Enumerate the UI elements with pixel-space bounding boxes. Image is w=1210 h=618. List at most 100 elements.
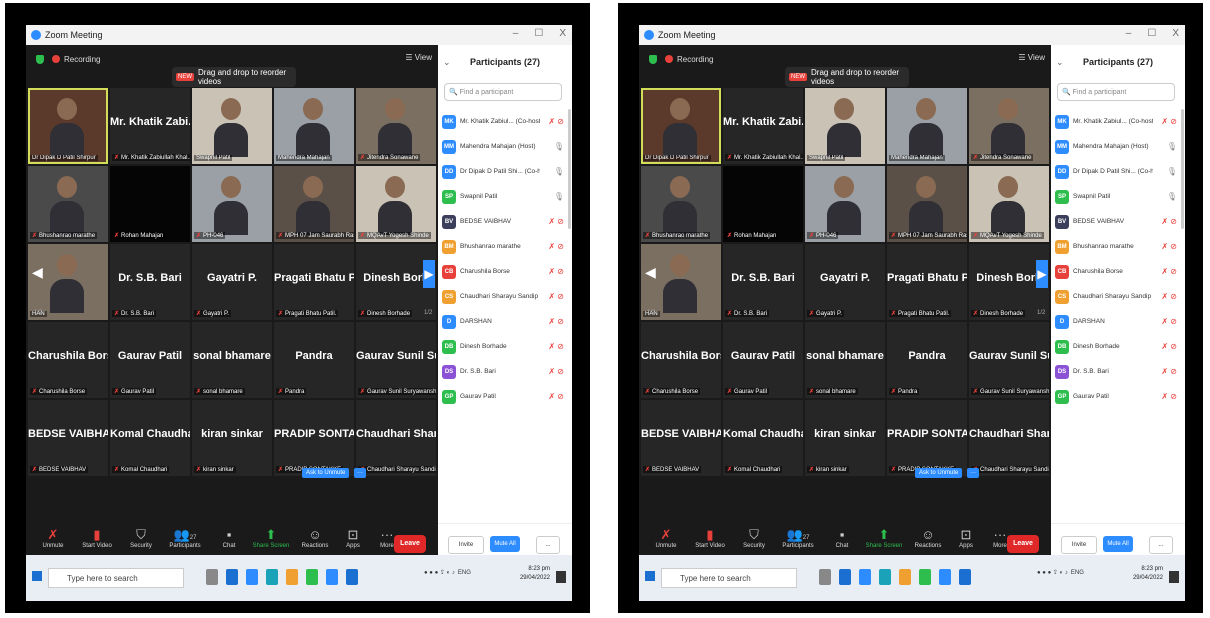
video-tile[interactable]: ✗ Bhushanrao marathe <box>28 166 108 242</box>
close-button[interactable]: X <box>1172 28 1179 39</box>
invite-button[interactable]: Invite <box>448 536 484 554</box>
files-icon[interactable] <box>899 569 911 585</box>
next-page-icon[interactable]: ▶ <box>1036 260 1048 288</box>
video-tile[interactable]: Gaurav Patil ✗ Gaurav Patil <box>110 322 190 398</box>
participant-row[interactable]: D DARSHAN ✗ ⊘ <box>1055 309 1181 334</box>
previous-page-icon[interactable]: ◀ <box>32 264 43 284</box>
mic-off-icon[interactable]: ✗ ⊘ <box>1161 217 1177 226</box>
participant-row[interactable]: DD Dr Dipak D Patil Shi... (Co-host) 🎙 <box>442 159 568 184</box>
video-tile[interactable]: Gaurav Sunil Su... ✗Gaurav Sunil Suryawan… <box>969 322 1049 398</box>
language-indicator[interactable]: ENG <box>458 570 471 576</box>
mic-off-icon[interactable]: ✗ ⊘ <box>548 267 564 276</box>
edge-icon[interactable] <box>879 569 891 585</box>
tile-more-icon[interactable]: ··· <box>967 468 979 478</box>
mic-off-icon[interactable]: ✗ ⊘ <box>548 392 564 401</box>
mic-off-icon[interactable]: ✗ ⊘ <box>548 367 564 376</box>
participant-row[interactable]: CB Charushila Borse ✗ ⊘ <box>1055 259 1181 284</box>
video-tile[interactable]: Komal Chaudhari✗Komal Chaudhari <box>723 400 803 476</box>
participant-row[interactable]: D DARSHAN ✗ ⊘ <box>442 309 568 334</box>
video-tile[interactable]: Chaudhari Shar... ✗Chaudhari Sharayu Sand… <box>356 400 436 476</box>
video-tile[interactable]: sonal bhamare ✗ sonal bhamare <box>805 322 885 398</box>
start-video-button[interactable]: ▮ Start Video <box>687 527 733 549</box>
mic-on-icon[interactable]: 🎙 <box>554 167 564 176</box>
participant-row[interactable]: SP Swapnil Patil 🎙 <box>1055 184 1181 209</box>
video-tile[interactable]: Charushila Borse✗Charushila Borse <box>641 322 721 398</box>
tray-icons[interactable]: ● ● ● ⇪ ◐ ♪ <box>1037 569 1068 576</box>
participant-row[interactable]: BM Bhushanrao marathe ✗ ⊘ <box>442 234 568 259</box>
participant-row[interactable]: BV BEDSE VAIBHAV ✗ ⊘ <box>1055 209 1181 234</box>
unmute-button[interactable]: ✗ Unmute <box>643 527 689 549</box>
language-indicator[interactable]: ENG <box>1071 570 1084 576</box>
maximize-button[interactable]: ☐ <box>534 28 543 39</box>
video-tile[interactable]: ✗ MPH 07 Jam Saurabh Ras... <box>887 166 967 242</box>
word-icon[interactable] <box>959 569 971 585</box>
minimize-button[interactable]: – <box>513 28 519 39</box>
mic-off-icon[interactable]: ✗ ⊘ <box>1161 317 1177 326</box>
mail-icon[interactable] <box>859 569 871 585</box>
minimize-button[interactable]: – <box>1126 28 1132 39</box>
participants-button[interactable]: 👥27 Participants <box>162 527 208 549</box>
video-tile[interactable]: Pragati Bhatu P... ✗Pragati Bhatu Patil. <box>887 244 967 320</box>
mic-off-icon[interactable]: ✗ ⊘ <box>1161 342 1177 351</box>
more-options-button[interactable]: ... <box>1149 536 1173 554</box>
video-tile[interactable]: ✗ Jitendra Sonawane <box>356 88 436 164</box>
mute-all-button[interactable]: Mute All <box>490 536 520 552</box>
participant-row[interactable]: GP Gaurav Patil ✗ ⊘ <box>1055 384 1181 409</box>
video-tile[interactable]: Pandra ✗ Pandra <box>887 322 967 398</box>
security-shield-icon[interactable] <box>649 54 657 64</box>
video-tile[interactable]: ✗ Rohan Mahajan <box>723 166 803 242</box>
video-tile[interactable]: Charushila Borse✗Charushila Borse <box>28 322 108 398</box>
mic-off-icon[interactable]: ✗ ⊘ <box>548 242 564 251</box>
video-tile[interactable]: PRADIP SONTA...✗PRADIP SONTAKKE <box>887 400 967 476</box>
participant-row[interactable]: SP Swapnil Patil 🎙 <box>442 184 568 209</box>
video-tile[interactable]: Gayatri P. ✗ Gayatri P. <box>192 244 272 320</box>
video-tile[interactable]: Swapnil Patil <box>805 88 885 164</box>
video-tile[interactable]: ✗ Rohan Mahajan <box>110 166 190 242</box>
mic-off-icon[interactable]: ✗ ⊘ <box>548 342 564 351</box>
security-button[interactable]: ⛉ Security <box>731 527 777 549</box>
video-tile[interactable]: kiran sinkar ✗ kiran sinkar <box>805 400 885 476</box>
ask-to-unmute-button[interactable]: Ask to Unmute <box>915 468 963 478</box>
windows-start-icon[interactable] <box>32 571 42 581</box>
mail-icon[interactable] <box>246 569 258 585</box>
tray-icons[interactable]: ● ● ● ⇪ ◐ ♪ <box>424 569 455 576</box>
participant-row[interactable]: DB Dinesh Borhade ✗ ⊘ <box>1055 334 1181 359</box>
participant-row[interactable]: GP Gaurav Patil ✗ ⊘ <box>442 384 568 409</box>
mic-on-icon[interactable]: 🎙 <box>554 192 564 201</box>
mic-off-icon[interactable]: ✗ ⊘ <box>1161 367 1177 376</box>
maximize-button[interactable]: ☐ <box>1147 28 1156 39</box>
mic-off-icon[interactable]: ✗ ⊘ <box>1161 267 1177 276</box>
participant-scrollbar[interactable] <box>1181 109 1184 229</box>
participant-scrollbar[interactable] <box>568 109 571 229</box>
mic-on-icon[interactable]: 🎙 <box>1167 192 1177 201</box>
video-tile[interactable]: Dr Dipak D Patil Shirpur <box>641 88 721 164</box>
security-button[interactable]: ⛉ Security <box>118 527 164 549</box>
video-tile[interactable]: Mahendra Mahajan <box>274 88 354 164</box>
video-tile[interactable]: Gaurav Patil ✗ Gaurav Patil <box>723 322 803 398</box>
video-tile[interactable]: Gaurav Sunil Su... ✗Gaurav Sunil Suryawan… <box>356 322 436 398</box>
taskbar-search-input[interactable]: Type here to search <box>48 568 184 588</box>
taskbar-clock[interactable]: 8:23 pm 29/04/2022 <box>514 565 550 583</box>
participant-row[interactable]: MK Mr. Khatik Zabiul... (Co-host, me) ✗ ⊘ <box>1055 109 1181 134</box>
participant-row[interactable]: DD Dr Dipak D Patil Shi... (Co-host) 🎙 <box>1055 159 1181 184</box>
participant-search-input[interactable]: 🔍 Find a participant <box>444 83 562 101</box>
notification-icon[interactable] <box>1169 571 1179 583</box>
invite-button[interactable]: Invite <box>1061 536 1097 554</box>
view-button[interactable]: ☰ View <box>1018 53 1045 62</box>
chrome-icon[interactable] <box>919 569 931 585</box>
mic-off-icon[interactable]: ✗ ⊘ <box>548 117 564 126</box>
mic-off-icon[interactable]: ✗ ⊘ <box>1161 292 1177 301</box>
edge-icon[interactable] <box>266 569 278 585</box>
video-tile[interactable]: ✗ MPH 07 Jam Saurabh Ras... <box>274 166 354 242</box>
chrome-icon[interactable] <box>306 569 318 585</box>
chat-button[interactable]: ▪ Chat <box>206 527 252 549</box>
windows-start-icon[interactable] <box>645 571 655 581</box>
video-tile[interactable]: ✗ Bhushanrao marathe <box>641 166 721 242</box>
mute-all-button[interactable]: Mute All <box>1103 536 1133 552</box>
taskbar-search-input[interactable]: Type here to search <box>661 568 797 588</box>
word-icon[interactable] <box>346 569 358 585</box>
video-tile[interactable]: ✗ PH-046 <box>805 166 885 242</box>
notification-icon[interactable] <box>556 571 566 583</box>
mic-off-icon[interactable]: ✗ ⊘ <box>548 217 564 226</box>
video-tile[interactable]: Dr Dipak D Patil Shirpur <box>28 88 108 164</box>
